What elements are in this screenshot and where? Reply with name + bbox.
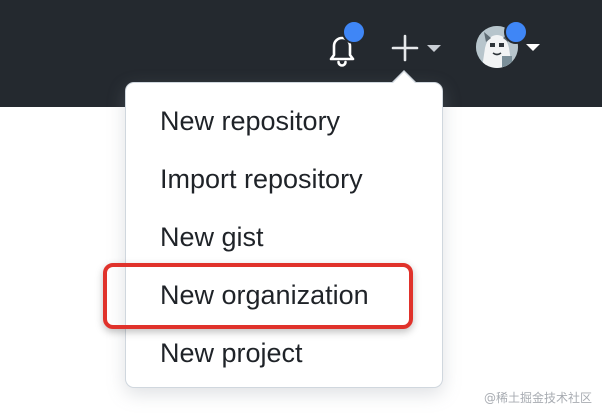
menu-item-new-organization[interactable]: New organization: [160, 275, 369, 315]
notification-indicator: [342, 20, 366, 44]
caret-down-icon: [427, 45, 441, 52]
create-new-button[interactable]: [390, 32, 446, 64]
dropdown-caret: [393, 72, 415, 83]
user-menu-button[interactable]: [473, 20, 543, 72]
create-new-dropdown-menu: New repository Import repository New gis…: [125, 82, 443, 388]
menu-item-new-repository[interactable]: New repository: [160, 101, 340, 141]
watermark: @稀土掘金技术社区: [483, 391, 592, 405]
menu-item-new-project[interactable]: New project: [160, 333, 303, 373]
caret-down-icon: [526, 44, 540, 51]
plus-icon: [391, 34, 419, 62]
menu-item-new-gist[interactable]: New gist: [160, 217, 264, 257]
avatar-status-indicator: [504, 20, 528, 44]
menu-item-import-repository[interactable]: Import repository: [160, 159, 363, 199]
